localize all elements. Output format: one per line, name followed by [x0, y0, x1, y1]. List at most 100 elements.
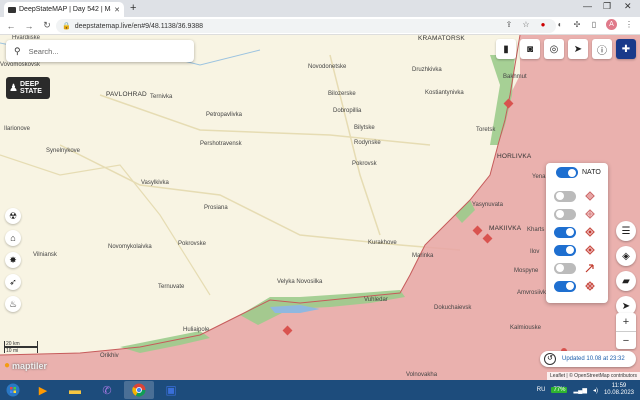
bookmark-star-icon[interactable]: ☆	[521, 20, 531, 30]
zoom-out-button[interactable]: −	[616, 332, 636, 350]
city-label: PAVLOHRAD	[106, 91, 147, 98]
file-explorer-icon[interactable]: ▬	[60, 381, 90, 399]
city-label: Prosiana	[204, 205, 228, 211]
deepstate-logo[interactable]: ♟ DEEP STATE	[6, 77, 50, 99]
close-tab-icon[interactable]: ✕	[114, 6, 120, 14]
city-label: Ilarionove	[4, 126, 31, 132]
info-icon[interactable]: ⓘ	[592, 39, 612, 59]
nato-toggle[interactable]	[556, 167, 578, 178]
radiation-icon[interactable]: ☢	[5, 208, 21, 224]
share-icon[interactable]: ⇪	[504, 20, 514, 30]
language-indicator[interactable]: RU	[537, 387, 546, 393]
city-label: Orikhiv	[100, 353, 119, 359]
layer-toggle[interactable]	[554, 280, 576, 292]
clock-time: 11:59	[611, 383, 627, 389]
city-label: Bakhmut	[503, 74, 527, 80]
maptiler-pin-icon: ●	[4, 360, 11, 371]
clock[interactable]: 11:59 10.08.2023	[604, 383, 634, 397]
ruler-icon[interactable]: ▰	[616, 271, 636, 291]
robot-icon[interactable]: ◙	[520, 39, 540, 59]
history-icon[interactable]: ↺	[544, 353, 556, 365]
updated-text: Updated 10.08 at 23:32	[562, 356, 625, 362]
city-label: Bilytske	[354, 125, 375, 131]
start-button[interactable]	[0, 380, 26, 400]
save-app-icon[interactable]: ▣	[156, 381, 186, 399]
battery-indicator[interactable]: 77%	[551, 387, 568, 393]
city-label: Druzhkivka	[412, 67, 442, 73]
maximize-button[interactable]: ❐	[603, 1, 611, 12]
address-bar[interactable]: 🔒 deepstatemap.live/en#9/48.1138/36.9388	[56, 19, 556, 33]
close-window-button[interactable]: ✕	[624, 1, 632, 12]
profile-avatar[interactable]: A	[606, 19, 617, 30]
road-line	[99, 94, 431, 146]
city-label: Novomykolaivka	[108, 244, 152, 250]
reload-icon[interactable]: ↻	[40, 20, 54, 31]
layer-toggle[interactable]	[554, 190, 576, 202]
scale-bar: 20 km 10 mi	[4, 341, 38, 354]
language-flag-icon[interactable]: ✚	[616, 39, 636, 59]
windows-taskbar: ▶ ▬ ✆ ▣ RU 77% ▂▄▆ ◂) 11:59 10.08.2023	[0, 380, 640, 400]
city-label: Vilniansk	[33, 252, 57, 258]
city-label: Marinka	[412, 253, 434, 259]
volume-icon[interactable]: ◂)	[593, 387, 598, 394]
city-label: Ternivka	[150, 94, 173, 100]
city-label: Vovomoskovsk	[0, 62, 41, 68]
statistics-icon[interactable]: ▮	[496, 39, 516, 59]
maptiler-logo[interactable]: ● maptiler	[4, 360, 47, 371]
back-arrow-icon[interactable]: ←	[4, 21, 18, 31]
network-icon[interactable]: ▂▄▆	[573, 387, 586, 394]
city-label: Kostiantynivka	[425, 90, 464, 96]
windows-logo-icon	[6, 383, 20, 397]
city-label: Synelnykove	[46, 148, 81, 154]
minimize-button[interactable]: —	[583, 1, 592, 11]
forward-arrow-icon[interactable]: →	[22, 21, 36, 31]
city-label: Toretsk	[476, 127, 496, 133]
url-text: deepstatemap.live/en#9/48.1138/36.9388	[74, 22, 204, 30]
clock-date: 10.08.2023	[603, 390, 634, 396]
browser-toolbar: ← → ↻ 🔒 deepstatemap.live/en#9/48.1138/3…	[0, 17, 640, 35]
site-favicon-icon	[8, 6, 16, 13]
layer-toggle[interactable]	[554, 262, 576, 274]
logo-person-icon: ♟	[9, 82, 18, 94]
city-label: Vasylkivka	[141, 180, 169, 186]
chrome-icon[interactable]	[124, 381, 154, 399]
new-tab-button[interactable]: +	[130, 2, 136, 14]
layer-toggle[interactable]	[554, 226, 576, 238]
donate-icon[interactable]: ◎	[544, 39, 564, 59]
extensions-puzzle-icon[interactable]: ✣	[572, 20, 582, 30]
nato-label: NATO	[582, 169, 601, 176]
map-attribution[interactable]: Leaflet | © OpenStreetMap contributors	[547, 372, 640, 380]
map-view[interactable]: Hvardiiske Vovomoskovsk PAVLOHRAD Terniv…	[0, 35, 640, 380]
city-label: Amvrosiivka	[517, 290, 550, 296]
city-label: HORLIVKA	[497, 153, 532, 160]
city-label: Yasynuvata	[472, 202, 503, 208]
city-label: Velyka Novosilka	[277, 279, 323, 285]
fire-icon[interactable]: ♨	[5, 296, 21, 312]
city-label: Kurakhove	[368, 240, 397, 246]
zoom-in-button[interactable]: +	[616, 313, 636, 332]
logo-text-line: STATE	[19, 88, 42, 95]
sidebar-icon[interactable]: ▯	[589, 20, 599, 30]
filter-sliders-icon[interactable]: ☰	[616, 221, 636, 241]
browser-tab[interactable]: DeepStateMAP | Day 542 | Map o ✕	[4, 2, 124, 17]
search-input[interactable]: Search...	[29, 47, 59, 56]
media-player-icon[interactable]: ▶	[28, 381, 58, 399]
extension-red-icon[interactable]: ●	[538, 20, 548, 30]
city-label: Petropavlivka	[206, 112, 243, 118]
layer-toggle[interactable]	[554, 208, 576, 220]
menu-dots-icon[interactable]: ⋮	[624, 20, 634, 30]
viber-icon[interactable]: ✆	[92, 381, 122, 399]
layer-toggle[interactable]	[554, 244, 576, 256]
city-label: Yena	[532, 174, 546, 180]
search-box[interactable]: ⚲ Search...	[6, 40, 194, 62]
update-badge[interactable]: ↺ Updated 10.08 at 23:32	[540, 351, 636, 367]
missile-icon[interactable]: ➶	[5, 274, 21, 290]
telegram-icon[interactable]: ➤	[568, 39, 588, 59]
layers-icon[interactable]: ◈	[616, 246, 636, 266]
city-label: Bilozerske	[328, 91, 356, 97]
city-label: Pokrovsk	[352, 161, 377, 167]
extension-dark-icon[interactable]: ◐	[555, 20, 565, 30]
browser-tab-bar: DeepStateMAP | Day 542 | Map o ✕ + — ❐ ✕	[0, 0, 640, 17]
explosion-icon[interactable]: ✸	[5, 252, 21, 268]
home-icon[interactable]: ⌂	[5, 230, 21, 246]
